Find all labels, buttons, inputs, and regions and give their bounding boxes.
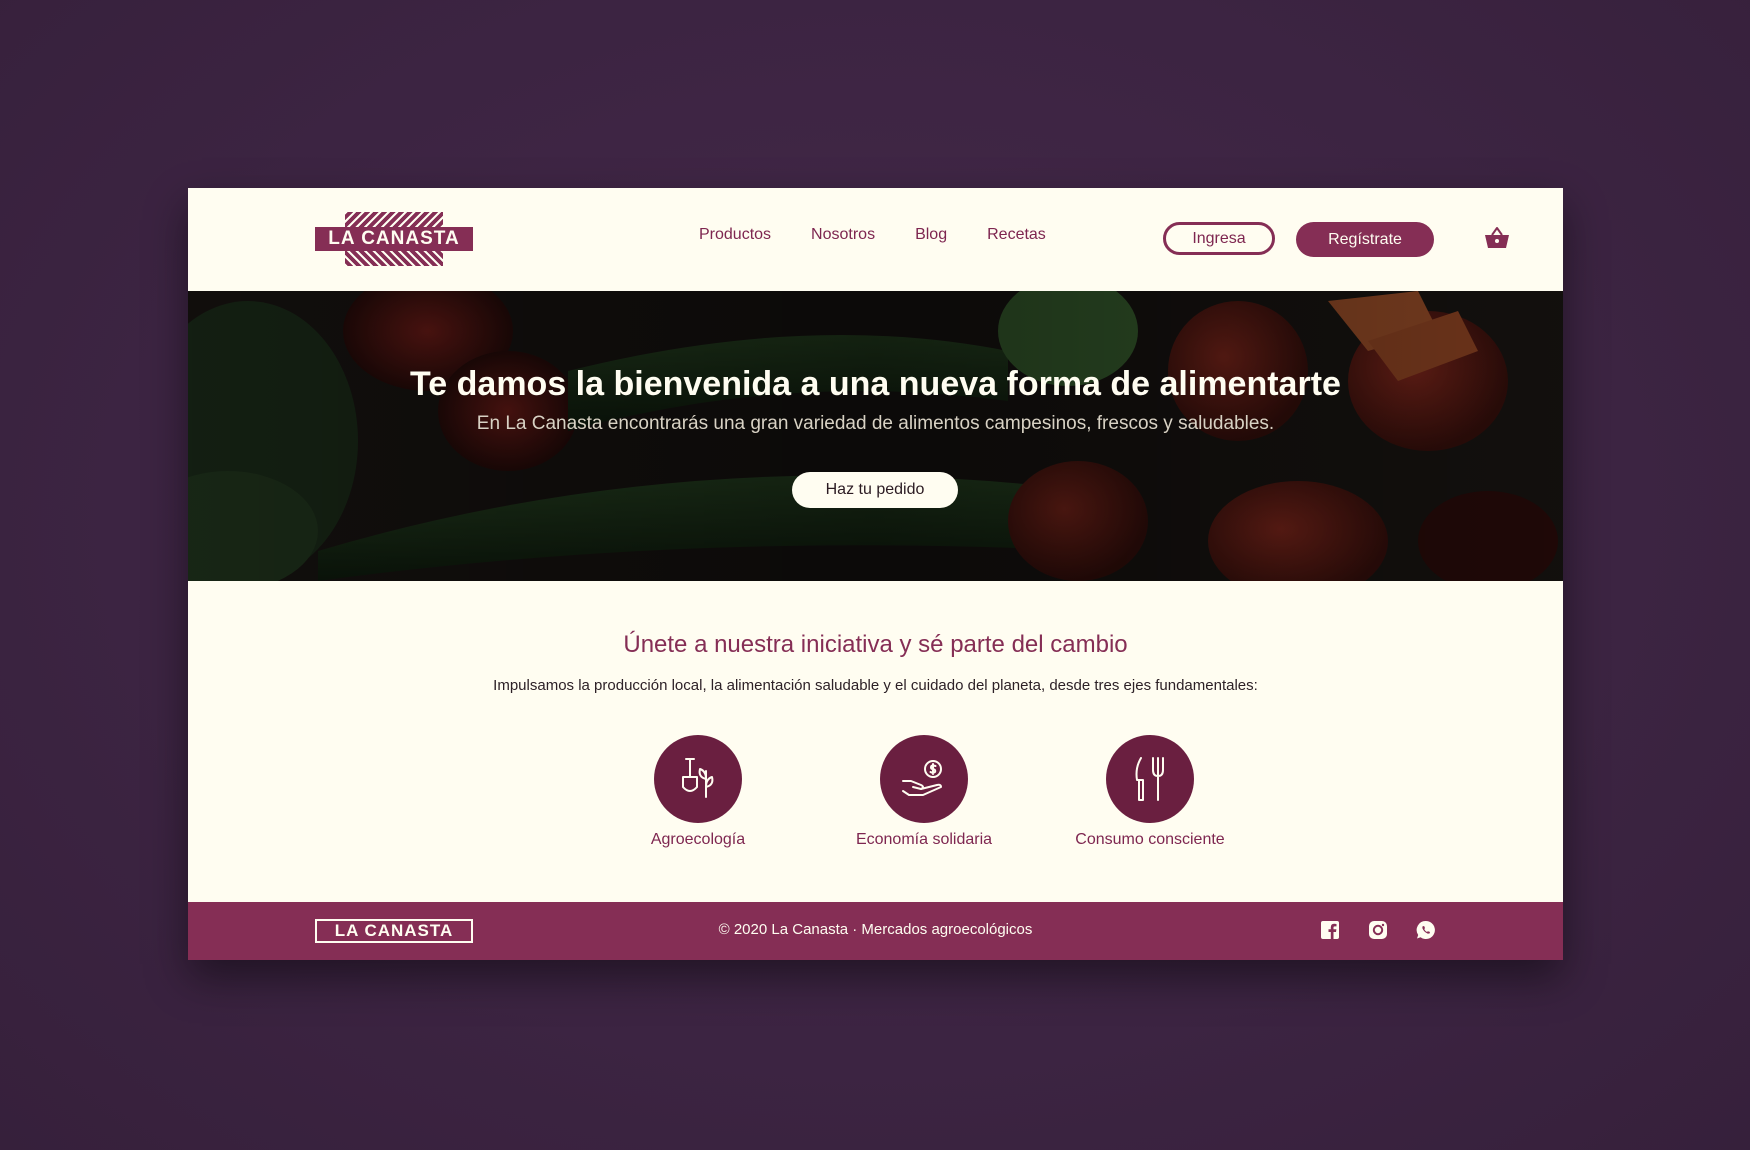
site-header: LA CANASTA Productos Nosotros Blog Recet…: [188, 188, 1563, 291]
order-button[interactable]: Haz tu pedido: [792, 472, 958, 508]
login-button[interactable]: Ingresa: [1163, 222, 1275, 255]
facebook-icon[interactable]: [1319, 919, 1341, 941]
instagram-icon[interactable]: [1367, 919, 1389, 941]
pillar-agroecologia[interactable]: Agroecología: [598, 735, 798, 849]
section-description: Impulsamos la producción local, la alime…: [493, 677, 1258, 694]
logo-text: LA CANASTA: [315, 227, 473, 251]
join-section: Únete a nuestra iniciativa y sé parte de…: [188, 581, 1563, 902]
copyright-text: © 2020 La Canasta · Mercados agroecológi…: [718, 921, 1033, 938]
landing-page: LA CANASTA Productos Nosotros Blog Recet…: [188, 188, 1563, 960]
hero-title: Te damos la bienvenida a una nueva forma…: [410, 365, 1341, 403]
nav-link-productos[interactable]: Productos: [699, 226, 771, 244]
nav-link-nosotros[interactable]: Nosotros: [811, 226, 875, 244]
pillar-label: Economía solidaria: [855, 831, 993, 848]
hero-banner: Te damos la bienvenida a una nueva forma…: [188, 291, 1563, 581]
basket-icon[interactable]: [1484, 226, 1510, 250]
nav-link-recetas[interactable]: Recetas: [987, 226, 1046, 244]
shovel-plant-icon: [654, 735, 742, 823]
hero-subtitle: En La Canasta encontrarás una gran varie…: [476, 413, 1275, 434]
register-button[interactable]: Regístrate: [1296, 222, 1434, 257]
hand-coin-icon: [880, 735, 968, 823]
pillar-consumo-consciente[interactable]: Consumo consciente: [1050, 735, 1250, 849]
brand-logo[interactable]: LA CANASTA: [315, 212, 473, 266]
nav-link-blog[interactable]: Blog: [915, 226, 947, 244]
site-footer: LA CANASTA © 2020 La Canasta · Mercados …: [188, 902, 1563, 960]
whatsapp-icon[interactable]: [1415, 919, 1437, 941]
main-nav: Productos Nosotros Blog Recetas: [699, 226, 1046, 244]
pillar-label: Consumo consciente: [1075, 831, 1225, 848]
pillar-label: Agroecología: [650, 831, 746, 848]
logo-pattern-bottom: [345, 251, 443, 266]
pillar-economia-solidaria[interactable]: Economía solidaria: [824, 735, 1024, 849]
section-title: Únete a nuestra iniciativa y sé parte de…: [623, 631, 1128, 658]
vegetables-background-image: [188, 291, 1563, 581]
logo-pattern-top: [345, 212, 443, 227]
fork-knife-icon: [1106, 735, 1194, 823]
